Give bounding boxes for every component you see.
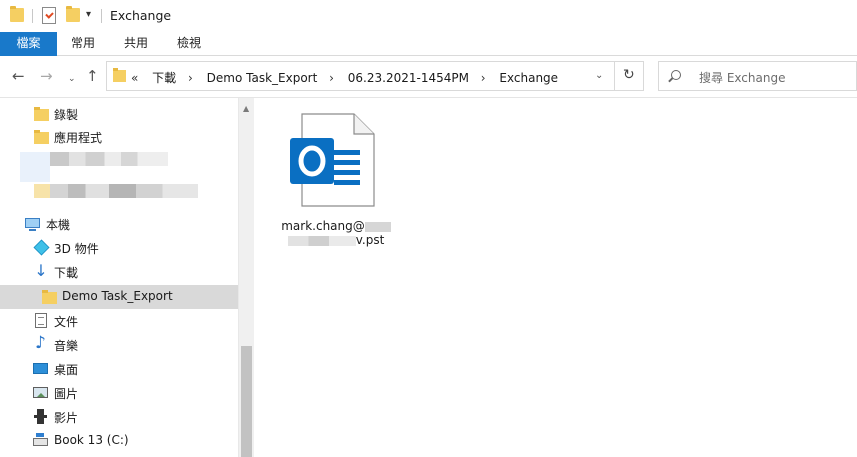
music-icon: ♪ bbox=[35, 333, 46, 353]
breadcrumb-date-folder[interactable]: 06.23.2021-1454PM bbox=[348, 71, 469, 85]
tab-share[interactable]: 共用 bbox=[124, 32, 148, 56]
computer-icon bbox=[25, 218, 40, 231]
documents-icon bbox=[35, 313, 47, 328]
file-name-line: v.pst bbox=[280, 233, 392, 247]
new-folder-icon[interactable] bbox=[66, 6, 80, 22]
sidebar-item-label: 文件 bbox=[54, 315, 79, 329]
sidebar-item-label: 圖片 bbox=[54, 387, 79, 401]
toolbar-divider bbox=[101, 9, 102, 23]
chevron-down-icon[interactable]: ⌄ bbox=[595, 70, 603, 81]
redacted-text bbox=[364, 221, 391, 232]
sidebar-item-label: 桌面 bbox=[54, 363, 79, 377]
refresh-icon[interactable]: ↻ bbox=[623, 67, 635, 83]
sidebar-item-label: 下載 bbox=[54, 266, 79, 280]
drive-icon bbox=[33, 433, 48, 446]
navigation-pane: 錄製 應用程式 本機 3D 物件 ↓ 下載 Demo Task_Export 文… bbox=[0, 98, 254, 457]
file-name-line: mark.chang@ bbox=[280, 219, 392, 233]
pictures-icon bbox=[33, 387, 48, 398]
sidebar-item-music[interactable]: ♪ 音樂 bbox=[0, 333, 238, 357]
search-icon bbox=[671, 70, 681, 80]
sidebar-item-recordings[interactable]: 錄製 bbox=[0, 102, 238, 126]
breadcrumb-demo-task-export[interactable]: Demo Task_Export bbox=[207, 71, 318, 85]
folder-icon bbox=[34, 130, 49, 144]
file-list: mark.chang@ v.pst bbox=[255, 98, 857, 457]
sidebar-item-label: 本機 bbox=[46, 218, 71, 232]
forward-button[interactable]: → bbox=[40, 68, 53, 84]
sidebar-item-label: Demo Task_Export bbox=[62, 289, 173, 303]
back-button[interactable]: ← bbox=[12, 68, 25, 84]
properties-icon[interactable] bbox=[42, 7, 56, 24]
folder-icon bbox=[10, 6, 24, 22]
file-name-text: v.pst bbox=[355, 233, 385, 247]
downloads-icon: ↓ bbox=[34, 261, 48, 280]
sidebar-item-videos[interactable]: 影片 bbox=[0, 405, 238, 429]
title-bar: ▾ Exchange bbox=[0, 0, 857, 32]
sidebar-item-demo-task-export[interactable]: Demo Task_Export bbox=[0, 285, 238, 309]
sidebar-item-apps[interactable]: 應用程式 bbox=[0, 125, 238, 149]
outlook-pst-icon bbox=[290, 113, 375, 207]
breadcrumb: « 下載 › Demo Task_Export › 06.23.2021-145… bbox=[131, 69, 566, 86]
breadcrumb-downloads[interactable]: 下載 bbox=[152, 71, 176, 85]
toolbar-divider bbox=[32, 9, 33, 23]
ribbon: 檔案 常用 共用 檢視 bbox=[0, 32, 857, 56]
sidebar-item-documents[interactable]: 文件 bbox=[0, 309, 238, 333]
scroll-thumb[interactable] bbox=[241, 346, 252, 457]
sidebar-item-label: 影片 bbox=[54, 411, 79, 425]
up-button[interactable]: ↑ bbox=[86, 68, 99, 84]
redacted-entry bbox=[50, 184, 198, 198]
sidebar-item-label: 應用程式 bbox=[54, 131, 103, 145]
search-placeholder: 搜尋 Exchange bbox=[699, 71, 786, 85]
sidebar-item-downloads[interactable]: ↓ 下載 bbox=[0, 260, 238, 284]
desktop-icon bbox=[33, 363, 48, 374]
window-title: Exchange bbox=[110, 8, 172, 23]
sidebar-item-3d-objects[interactable]: 3D 物件 bbox=[0, 236, 238, 260]
file-name: mark.chang@ v.pst bbox=[280, 219, 392, 247]
navigation-scrollbar[interactable]: ▲ bbox=[238, 98, 254, 457]
tab-home[interactable]: 常用 bbox=[71, 32, 95, 56]
chevron-right-icon[interactable]: › bbox=[481, 71, 486, 85]
file-item[interactable]: mark.chang@ v.pst bbox=[280, 112, 392, 252]
sidebar-item-this-pc[interactable]: 本機 bbox=[0, 212, 238, 236]
address-divider bbox=[614, 62, 615, 90]
redacted-entry bbox=[34, 184, 50, 198]
redacted-text bbox=[287, 235, 356, 246]
sidebar-item-drive-c[interactable]: Book 13 (C:) bbox=[0, 429, 238, 453]
sidebar-item-desktop[interactable]: 桌面 bbox=[0, 357, 238, 381]
sidebar-item-label: 音樂 bbox=[54, 339, 79, 353]
sidebar-item-pictures[interactable]: 圖片 bbox=[0, 381, 238, 405]
chevron-right-icon[interactable]: › bbox=[188, 71, 193, 85]
search-input[interactable]: 搜尋 Exchange bbox=[658, 61, 857, 91]
file-name-text: mark.chang@ bbox=[281, 219, 365, 233]
folder-icon bbox=[42, 290, 57, 304]
videos-icon bbox=[34, 409, 47, 424]
recent-locations-button[interactable]: ⌄ bbox=[68, 71, 76, 87]
folder-icon bbox=[113, 68, 126, 82]
sidebar-item-label: Book 13 (C:) bbox=[54, 433, 129, 447]
sidebar-item-label: 3D 物件 bbox=[54, 242, 99, 256]
scroll-up-icon[interactable]: ▲ bbox=[243, 104, 249, 113]
chevron-right-icon[interactable]: › bbox=[329, 71, 334, 85]
address-row: ← → ⌄ ↑ « 下載 › Demo Task_Export › 06.23.… bbox=[0, 56, 857, 98]
redacted-entry bbox=[50, 152, 168, 166]
breadcrumb-exchange[interactable]: Exchange bbox=[499, 71, 558, 85]
redacted-entry bbox=[20, 152, 50, 182]
sidebar-item-label: 錄製 bbox=[54, 108, 79, 122]
tab-view[interactable]: 檢視 bbox=[177, 32, 201, 56]
customize-quick-access-icon[interactable]: ▾ bbox=[86, 9, 91, 20]
folder-icon bbox=[34, 107, 49, 121]
breadcrumb-overflow[interactable]: « bbox=[131, 71, 138, 85]
3d-objects-icon bbox=[33, 239, 50, 256]
address-bar[interactable]: « 下載 › Demo Task_Export › 06.23.2021-145… bbox=[106, 61, 644, 91]
tab-file[interactable]: 檔案 bbox=[0, 32, 57, 56]
